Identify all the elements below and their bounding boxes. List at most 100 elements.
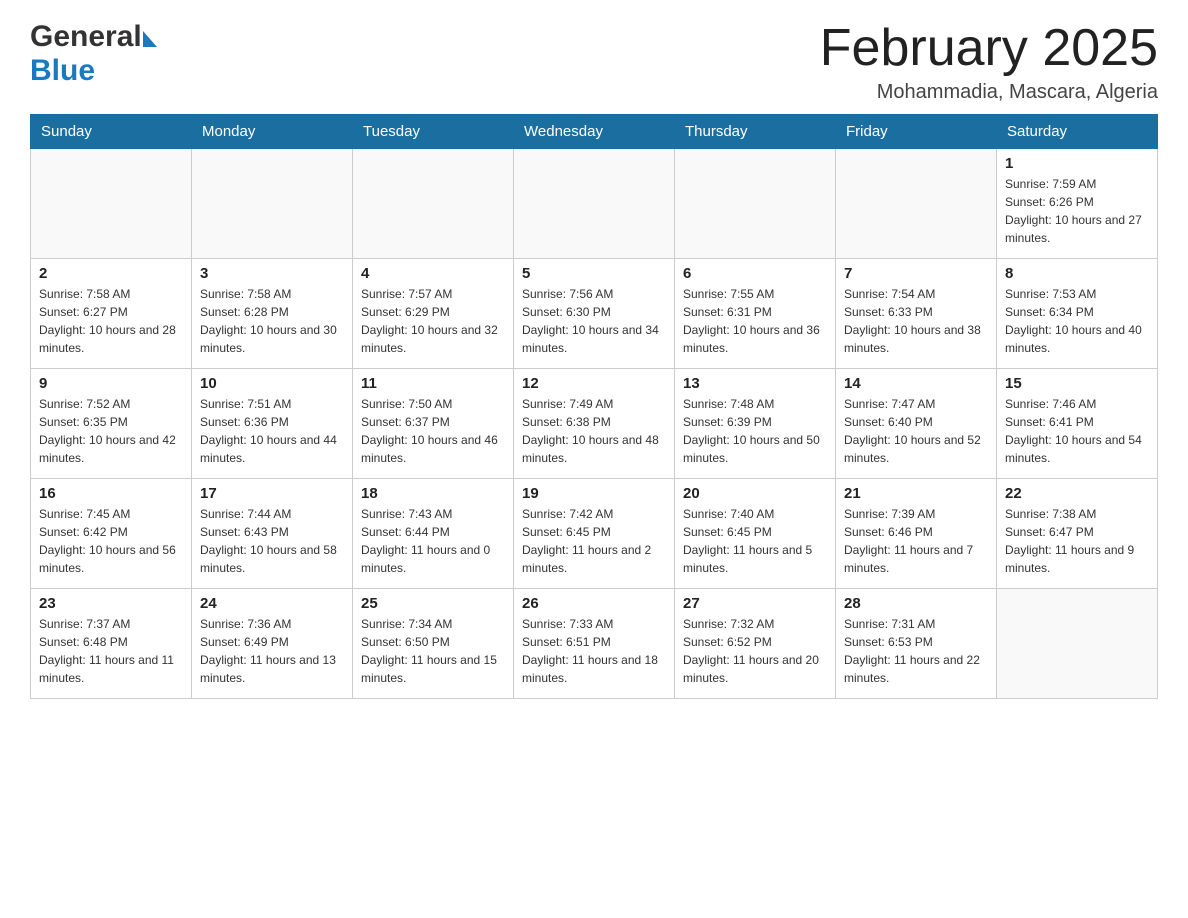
calendar-cell: 20Sunrise: 7:40 AMSunset: 6:45 PMDayligh… bbox=[675, 479, 836, 589]
calendar-cell: 22 Sunrise: 7:38 AMSunset: 6:47 PMDayligh… bbox=[997, 479, 1158, 589]
calendar-cell: 11 Sunrise: 7:50 AMSunset: 6:37 PMDayligh… bbox=[353, 369, 514, 479]
day-info: Sunrise: 7:54 AMSunset: 6:33 PMDaylight:… bbox=[844, 285, 988, 357]
calendar-cell: 4 Sunrise: 7:57 AMSunset: 6:29 PMDaylight… bbox=[353, 259, 514, 369]
day-number: 22 bbox=[1005, 485, 1149, 502]
day-number: 13 bbox=[683, 375, 827, 392]
day-info: Sunrise: 7:58 AMSunset: 6:27 PMDaylight:… bbox=[39, 285, 183, 357]
day-info: Sunrise: 7:31 AMSunset: 6:53 PMDaylight:… bbox=[844, 615, 988, 687]
day-number: 18 bbox=[361, 485, 505, 502]
day-number: 5 bbox=[522, 265, 666, 282]
day-info: Sunrise: 7:55 AMSunset: 6:31 PMDaylight:… bbox=[683, 285, 827, 357]
day-info: Sunrise: 7:39 AMSunset: 6:46 PMDaylight:… bbox=[844, 505, 988, 577]
calendar-cell: 17 Sunrise: 7:44 AMSunset: 6:43 PMDayligh… bbox=[192, 479, 353, 589]
day-info: Sunrise: 7:51 AMSunset: 6:36 PMDaylight:… bbox=[200, 395, 344, 467]
page-header: General Blue February 2025 Mohammadia, M… bbox=[30, 20, 1158, 104]
day-info: Sunrise: 7:37 AMSunset: 6:48 PMDaylight:… bbox=[39, 615, 183, 687]
calendar-week-3: 9 Sunrise: 7:52 AMSunset: 6:35 PMDaylight… bbox=[31, 369, 1158, 479]
col-saturday: Saturday bbox=[997, 115, 1158, 149]
calendar-cell: 14 Sunrise: 7:47 AMSunset: 6:40 PMDayligh… bbox=[836, 369, 997, 479]
calendar-cell: 23 Sunrise: 7:37 AMSunset: 6:48 PMDayligh… bbox=[31, 589, 192, 699]
calendar-cell bbox=[192, 149, 353, 259]
calendar-cell: 15 Sunrise: 7:46 AMSunset: 6:41 PMDayligh… bbox=[997, 369, 1158, 479]
day-number: 21 bbox=[844, 485, 988, 502]
day-info: Sunrise: 7:46 AMSunset: 6:41 PMDaylight:… bbox=[1005, 395, 1149, 467]
day-number: 19 bbox=[522, 485, 666, 502]
calendar-cell: 6 Sunrise: 7:55 AMSunset: 6:31 PMDaylight… bbox=[675, 259, 836, 369]
calendar-cell: 24Sunrise: 7:36 AMSunset: 6:49 PMDayligh… bbox=[192, 589, 353, 699]
day-info: Sunrise: 7:52 AMSunset: 6:35 PMDaylight:… bbox=[39, 395, 183, 467]
calendar-cell: 16Sunrise: 7:45 AMSunset: 6:42 PMDayligh… bbox=[31, 479, 192, 589]
month-title: February 2025 bbox=[820, 20, 1158, 77]
day-number: 16 bbox=[39, 485, 183, 502]
day-number: 25 bbox=[361, 595, 505, 612]
day-info: Sunrise: 7:32 AMSunset: 6:52 PMDaylight:… bbox=[683, 615, 827, 687]
calendar-cell: 28 Sunrise: 7:31 AMSunset: 6:53 PMDayligh… bbox=[836, 589, 997, 699]
day-info: Sunrise: 7:59 AMSunset: 6:26 PMDaylight:… bbox=[1005, 175, 1149, 247]
day-number: 3 bbox=[200, 265, 344, 282]
day-number: 24 bbox=[200, 595, 344, 612]
day-number: 6 bbox=[683, 265, 827, 282]
logo-general-text: General bbox=[30, 20, 142, 54]
day-number: 14 bbox=[844, 375, 988, 392]
calendar-cell: 2 Sunrise: 7:58 AMSunset: 6:27 PMDaylight… bbox=[31, 259, 192, 369]
day-number: 11 bbox=[361, 375, 505, 392]
day-number: 1 bbox=[1005, 155, 1149, 172]
calendar-week-1: 1 Sunrise: 7:59 AMSunset: 6:26 PMDaylight… bbox=[31, 149, 1158, 259]
calendar-cell: 25Sunrise: 7:34 AMSunset: 6:50 PMDayligh… bbox=[353, 589, 514, 699]
day-number: 8 bbox=[1005, 265, 1149, 282]
day-info: Sunrise: 7:58 AMSunset: 6:28 PMDaylight:… bbox=[200, 285, 344, 357]
day-number: 27 bbox=[683, 595, 827, 612]
day-number: 15 bbox=[1005, 375, 1149, 392]
calendar-cell: 3 Sunrise: 7:58 AMSunset: 6:28 PMDaylight… bbox=[192, 259, 353, 369]
calendar-cell: 18 Sunrise: 7:43 AMSunset: 6:44 PMDayligh… bbox=[353, 479, 514, 589]
day-info: Sunrise: 7:48 AMSunset: 6:39 PMDaylight:… bbox=[683, 395, 827, 467]
calendar-cell: 1 Sunrise: 7:59 AMSunset: 6:26 PMDaylight… bbox=[997, 149, 1158, 259]
day-info: Sunrise: 7:57 AMSunset: 6:29 PMDaylight:… bbox=[361, 285, 505, 357]
day-number: 10 bbox=[200, 375, 344, 392]
col-sunday: Sunday bbox=[31, 115, 192, 149]
logo: General Blue bbox=[30, 20, 157, 88]
calendar-cell bbox=[675, 149, 836, 259]
calendar-cell: 12 Sunrise: 7:49 AMSunset: 6:38 PMDayligh… bbox=[514, 369, 675, 479]
day-info: Sunrise: 7:47 AMSunset: 6:40 PMDaylight:… bbox=[844, 395, 988, 467]
calendar-cell: 19Sunrise: 7:42 AMSunset: 6:45 PMDayligh… bbox=[514, 479, 675, 589]
calendar-week-2: 2 Sunrise: 7:58 AMSunset: 6:27 PMDaylight… bbox=[31, 259, 1158, 369]
day-info: Sunrise: 7:33 AMSunset: 6:51 PMDaylight:… bbox=[522, 615, 666, 687]
day-info: Sunrise: 7:43 AMSunset: 6:44 PMDaylight:… bbox=[361, 505, 505, 577]
title-block: February 2025 Mohammadia, Mascara, Alger… bbox=[820, 20, 1158, 104]
col-tuesday: Tuesday bbox=[353, 115, 514, 149]
day-number: 28 bbox=[844, 595, 988, 612]
col-thursday: Thursday bbox=[675, 115, 836, 149]
calendar-cell: 10 Sunrise: 7:51 AMSunset: 6:36 PMDayligh… bbox=[192, 369, 353, 479]
day-info: Sunrise: 7:38 AMSunset: 6:47 PMDaylight:… bbox=[1005, 505, 1149, 577]
calendar-cell bbox=[997, 589, 1158, 699]
calendar-cell bbox=[353, 149, 514, 259]
day-number: 2 bbox=[39, 265, 183, 282]
day-number: 12 bbox=[522, 375, 666, 392]
calendar-cell: 5 Sunrise: 7:56 AMSunset: 6:30 PMDaylight… bbox=[514, 259, 675, 369]
calendar-table: Sunday Monday Tuesday Wednesday Thursday… bbox=[30, 114, 1158, 699]
calendar-week-4: 16Sunrise: 7:45 AMSunset: 6:42 PMDayligh… bbox=[31, 479, 1158, 589]
day-number: 9 bbox=[39, 375, 183, 392]
calendar-cell: 13 Sunrise: 7:48 AMSunset: 6:39 PMDayligh… bbox=[675, 369, 836, 479]
day-number: 4 bbox=[361, 265, 505, 282]
calendar-cell: 7 Sunrise: 7:54 AMSunset: 6:33 PMDaylight… bbox=[836, 259, 997, 369]
day-number: 23 bbox=[39, 595, 183, 612]
calendar-cell: 26Sunrise: 7:33 AMSunset: 6:51 PMDayligh… bbox=[514, 589, 675, 699]
calendar-cell: 27 Sunrise: 7:32 AMSunset: 6:52 PMDayligh… bbox=[675, 589, 836, 699]
day-info: Sunrise: 7:44 AMSunset: 6:43 PMDaylight:… bbox=[200, 505, 344, 577]
calendar-cell bbox=[514, 149, 675, 259]
day-info: Sunrise: 7:53 AMSunset: 6:34 PMDaylight:… bbox=[1005, 285, 1149, 357]
day-info: Sunrise: 7:50 AMSunset: 6:37 PMDaylight:… bbox=[361, 395, 505, 467]
day-info: Sunrise: 7:40 AMSunset: 6:45 PMDaylight:… bbox=[683, 505, 827, 577]
day-info: Sunrise: 7:49 AMSunset: 6:38 PMDaylight:… bbox=[522, 395, 666, 467]
col-monday: Monday bbox=[192, 115, 353, 149]
day-number: 17 bbox=[200, 485, 344, 502]
calendar-cell: 8 Sunrise: 7:53 AMSunset: 6:34 PMDaylight… bbox=[997, 259, 1158, 369]
calendar-header-row: Sunday Monday Tuesday Wednesday Thursday… bbox=[31, 115, 1158, 149]
calendar-cell bbox=[31, 149, 192, 259]
day-number: 7 bbox=[844, 265, 988, 282]
logo-arrow-icon bbox=[143, 31, 157, 47]
day-info: Sunrise: 7:56 AMSunset: 6:30 PMDaylight:… bbox=[522, 285, 666, 357]
calendar-cell: 9 Sunrise: 7:52 AMSunset: 6:35 PMDaylight… bbox=[31, 369, 192, 479]
